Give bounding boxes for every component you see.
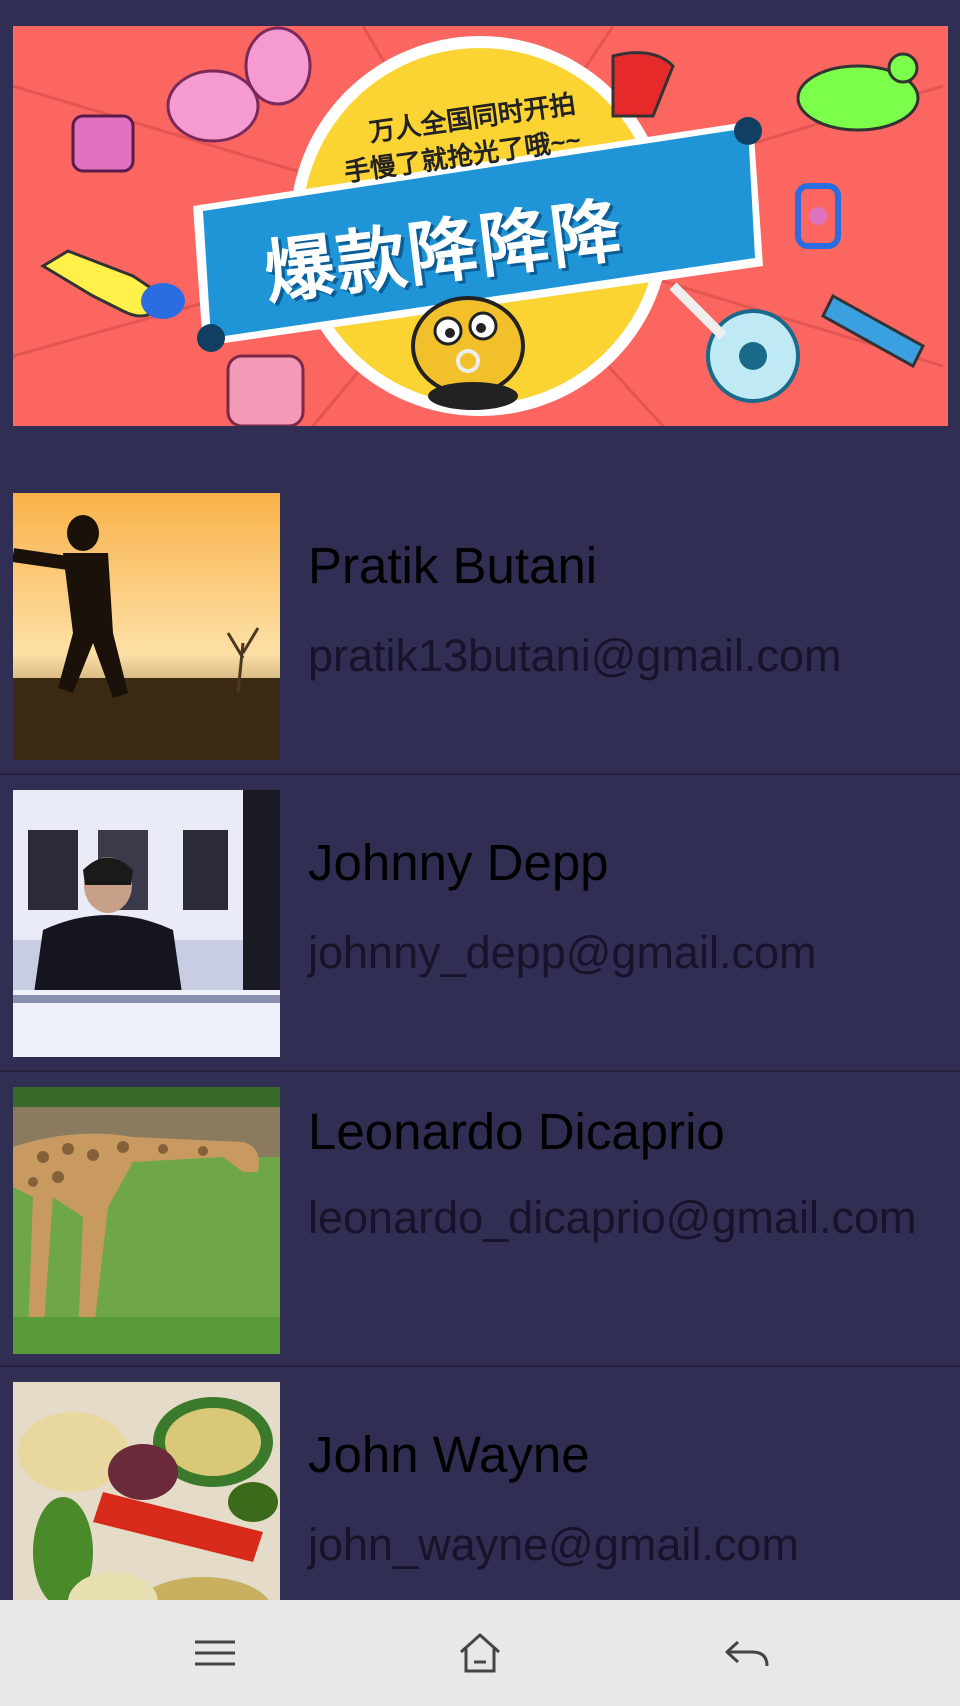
contact-name: Johnny Depp: [308, 834, 609, 891]
list-item[interactable]: Leonardo Dicaprio leonardo_dicaprio@gmai…: [0, 1072, 960, 1367]
back-icon[interactable]: [722, 1630, 772, 1676]
contact-photo: [13, 1087, 280, 1354]
home-icon[interactable]: [455, 1630, 505, 1676]
contact-name: Leonardo Dicaprio: [308, 1103, 725, 1160]
contact-email: leonardo_dicaprio@gmail.com: [308, 1192, 917, 1243]
system-nav-bar: [0, 1600, 960, 1706]
contact-photo: [13, 493, 280, 760]
screen: 万人全国同时开拍 手慢了就抢光了哦~~ 爆款降降降 Pratik Butani …: [0, 0, 960, 1706]
contact-name: John Wayne: [308, 1426, 590, 1483]
list-item[interactable]: Pratik Butani pratik13butani@gmail.com: [0, 478, 960, 773]
menu-icon[interactable]: [190, 1630, 240, 1676]
contact-email: john_wayne@gmail.com: [308, 1519, 799, 1570]
contact-email: johnny_depp@gmail.com: [308, 927, 817, 978]
contact-photo: [13, 790, 280, 1057]
contact-email: pratik13butani@gmail.com: [308, 630, 842, 681]
contact-name: Pratik Butani: [308, 537, 598, 594]
promo-banner[interactable]: 万人全国同时开拍 手慢了就抢光了哦~~ 爆款降降降: [13, 26, 948, 426]
list-item[interactable]: Johnny Depp johnny_depp@gmail.com: [0, 775, 960, 1070]
